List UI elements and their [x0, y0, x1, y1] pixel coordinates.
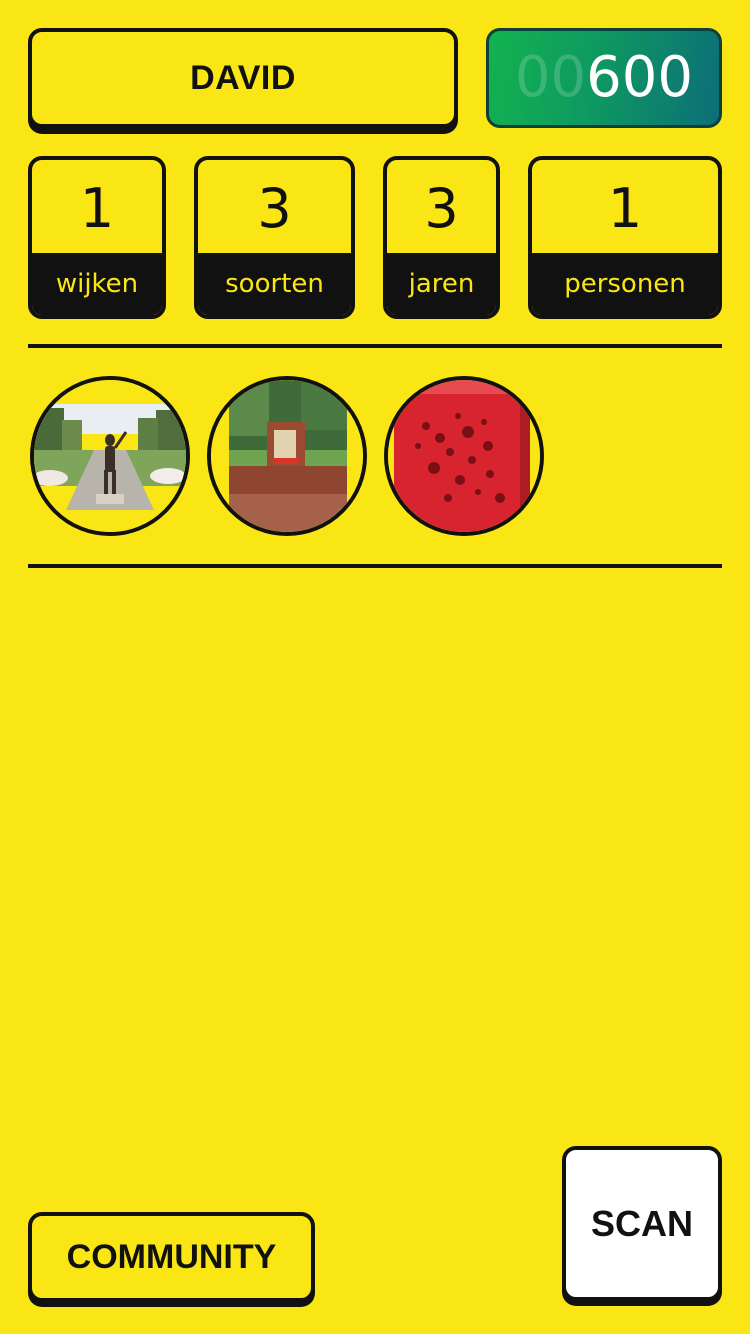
community-button-label: COMMUNITY	[66, 1237, 277, 1276]
statue-garden-image	[34, 380, 186, 532]
stat-personen: 1 personen	[528, 156, 722, 319]
scan-button[interactable]: SCAN	[562, 1146, 722, 1301]
photo-statue-thumbnail[interactable]	[30, 376, 190, 536]
stat-value: 1	[79, 177, 115, 240]
score-value: 600	[586, 45, 693, 110]
stat-label: wijken	[32, 253, 162, 315]
scan-button-label: SCAN	[590, 1202, 693, 1244]
photo-monument-thumbnail[interactable]	[207, 376, 367, 536]
stat-value: 3	[257, 177, 292, 240]
divider-top	[28, 344, 722, 348]
score-padding-digits: 00	[514, 45, 587, 110]
divider-bottom	[28, 564, 722, 568]
app-screen: DAVID 00 600 1 wijken 3 soorten 3 jaren 1…	[0, 0, 750, 1334]
user-name-button[interactable]: DAVID	[28, 28, 458, 128]
stat-wijken: 1 wijken	[28, 156, 166, 319]
stat-value: 3	[424, 177, 459, 240]
community-button[interactable]: COMMUNITY	[28, 1212, 315, 1302]
stat-label: soorten	[198, 253, 351, 315]
photo-red-box-thumbnail[interactable]	[384, 376, 544, 536]
user-name-label: DAVID	[190, 58, 296, 97]
stat-value: 1	[607, 177, 643, 240]
score-display: 00 600	[486, 28, 722, 128]
stat-soorten: 3 soorten	[194, 156, 355, 319]
stat-jaren: 3 jaren	[383, 156, 500, 319]
brick-monument-image	[211, 380, 363, 532]
stat-label: personen	[532, 253, 718, 315]
red-box-artwork-image	[388, 380, 540, 532]
stat-label: jaren	[387, 253, 496, 315]
